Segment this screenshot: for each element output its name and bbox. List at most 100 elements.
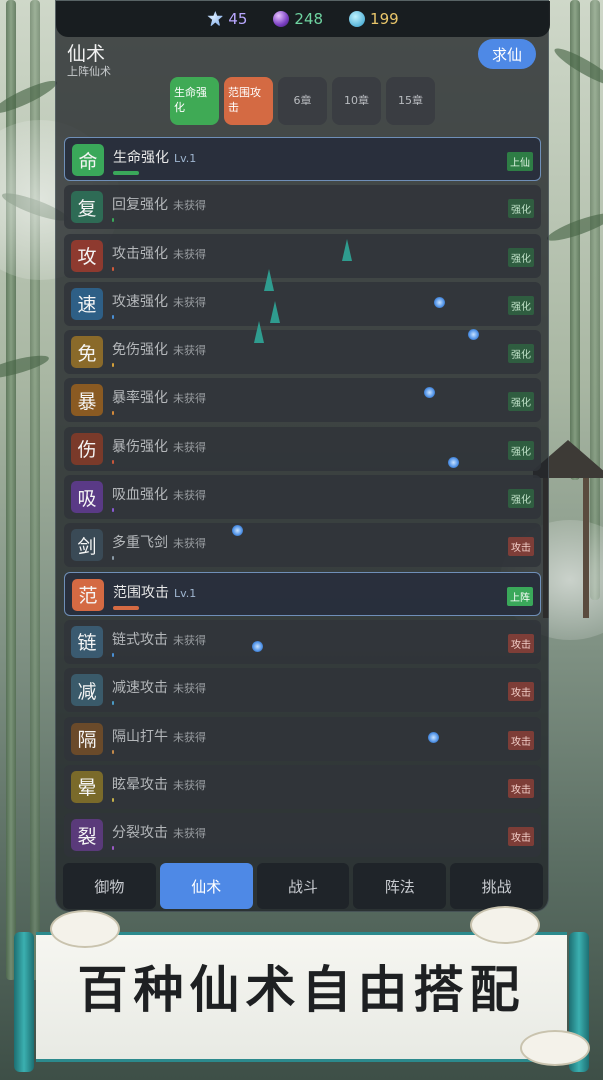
cloud-ornament xyxy=(50,910,120,948)
flying-sword-effect xyxy=(342,239,352,261)
page-title: 仙术 xyxy=(67,43,106,65)
tab-spells[interactable]: 仙术 xyxy=(159,863,253,909)
spell-icon: 吸 xyxy=(71,481,103,514)
slot-area-attack[interactable]: 范围攻击 xyxy=(224,77,273,125)
spell-icon: 攻 xyxy=(71,239,103,272)
spell-icon: 伤 xyxy=(71,432,103,465)
scroll-rod-left xyxy=(14,932,34,1072)
slot-locked-ch10[interactable]: 10章 xyxy=(332,77,381,125)
spell-name: 减速攻击 xyxy=(112,680,168,697)
spell-name: 多重飞剑 xyxy=(112,535,168,552)
spell-row[interactable]: 范范围攻击 Lv.1 上阵 xyxy=(64,571,541,616)
spell-progress-bar xyxy=(112,652,114,657)
spell-row[interactable]: 吸吸血强化 未获得 强化 xyxy=(64,475,541,520)
spell-icon: 裂 xyxy=(71,819,103,852)
spell-row[interactable]: 速攻速强化 未获得 强化 xyxy=(64,281,541,326)
cloud-ornament xyxy=(470,906,540,944)
spell-name: 免伤强化 xyxy=(112,342,168,359)
spell-type-tag: 攻击 xyxy=(508,730,534,750)
spell-icon: 暴 xyxy=(71,384,103,417)
spell-type-tag: 攻击 xyxy=(508,633,534,653)
spell-level: 未获得 xyxy=(173,730,206,744)
spell-name-line: 暴伤强化 未获得 xyxy=(112,436,206,456)
spell-name: 吸血强化 xyxy=(112,487,168,504)
spell-row[interactable]: 伤暴伤强化 未获得 强化 xyxy=(64,426,541,471)
spell-type-tag: 强化 xyxy=(508,392,534,412)
seek-immortal-button[interactable]: 求仙 xyxy=(478,39,536,69)
spell-name: 链式攻击 xyxy=(112,631,168,648)
spirit-light xyxy=(424,387,435,398)
spell-icon: 链 xyxy=(71,625,103,658)
currency-orb: 248 xyxy=(273,10,323,28)
spell-name: 攻速强化 xyxy=(112,293,168,310)
spell-progress-bar xyxy=(112,846,114,851)
spell-name-line: 减速攻击 未获得 xyxy=(112,677,206,697)
spell-name-line: 暴率强化 未获得 xyxy=(112,387,206,407)
spell-type-tag[interactable]: 上仙 xyxy=(507,152,533,171)
spell-icon: 晕 xyxy=(71,770,103,803)
spell-icon: 范 xyxy=(72,578,104,611)
spell-name-line: 范围攻击 Lv.1 xyxy=(113,582,196,602)
spell-level: 未获得 xyxy=(173,827,206,841)
spell-row[interactable]: 隔隔山打牛 未获得 攻击 xyxy=(64,716,541,761)
spell-name: 范围攻击 xyxy=(113,584,169,601)
spell-level: 未获得 xyxy=(173,537,206,551)
spell-row[interactable]: 晕眩晕攻击 未获得 攻击 xyxy=(64,764,541,809)
spell-row[interactable]: 命生命强化 Lv.1 上仙 xyxy=(64,137,541,181)
spell-level: 未获得 xyxy=(173,199,206,213)
spell-row[interactable]: 攻攻击强化 未获得 强化 xyxy=(64,233,541,278)
spell-type-tag: 强化 xyxy=(508,247,534,267)
spell-type-tag: 强化 xyxy=(508,199,534,219)
spell-progress-bar xyxy=(112,363,114,368)
spell-level: 未获得 xyxy=(173,682,206,696)
spell-level: 未获得 xyxy=(173,295,206,309)
spirit-light xyxy=(448,457,459,468)
spell-icon: 免 xyxy=(71,336,103,369)
spell-name: 眩晕攻击 xyxy=(112,776,168,793)
spell-row[interactable]: 剑多重飞剑 未获得 攻击 xyxy=(64,523,541,568)
tab-battle[interactable]: 战斗 xyxy=(256,863,350,909)
flying-sword-effect xyxy=(270,301,280,323)
bottom-tabs: 御物 仙术 战斗 阵法 挑战 xyxy=(63,863,543,909)
spell-progress-bar xyxy=(112,797,114,802)
spell-row[interactable]: 链链式攻击 未获得 攻击 xyxy=(64,619,541,664)
spell-icon: 减 xyxy=(71,674,103,707)
spell-name: 隔山打牛 xyxy=(112,728,168,745)
spell-level: 未获得 xyxy=(173,489,206,503)
spell-name-line: 回复强化 未获得 xyxy=(112,194,206,214)
spell-name: 暴率强化 xyxy=(112,390,168,407)
spell-progress-bar xyxy=(112,749,114,754)
spell-level: 未获得 xyxy=(173,247,206,261)
spirit-drop-icon xyxy=(349,11,366,27)
tab-challenge[interactable]: 挑战 xyxy=(450,863,543,909)
spell-row[interactable]: 复回复强化 未获得 强化 xyxy=(64,185,541,230)
tab-artifacts[interactable]: 御物 xyxy=(63,863,156,909)
slot-locked-ch15[interactable]: 15章 xyxy=(386,77,435,125)
slot-locked-ch6[interactable]: 6章 xyxy=(278,77,327,125)
spell-row[interactable]: 减减速攻击 未获得 攻击 xyxy=(64,668,541,713)
spell-panel: 45 248 199 仙术 上阵仙术 求仙 生命强化 范围攻击 6章 10章 1… xyxy=(55,0,550,912)
spell-name: 生命强化 xyxy=(113,150,169,166)
tab-formation[interactable]: 阵法 xyxy=(353,863,447,909)
spell-name: 暴伤强化 xyxy=(112,438,168,455)
spell-row[interactable]: 暴暴率强化 未获得 强化 xyxy=(64,378,541,423)
spell-level: Lv.1 xyxy=(174,586,197,600)
cloud-ornament xyxy=(520,1030,590,1066)
spell-type-tag[interactable]: 上阵 xyxy=(507,586,533,606)
spell-progress-bar xyxy=(112,314,114,319)
spell-icon: 剑 xyxy=(71,529,103,562)
slot-life-boost[interactable]: 生命强化 xyxy=(170,77,219,125)
spell-name-line: 生命强化 Lv.1 xyxy=(113,147,196,167)
spell-name: 回复强化 xyxy=(112,197,168,214)
flying-sword-effect xyxy=(254,321,264,343)
spell-type-tag: 攻击 xyxy=(508,827,534,847)
spirit-light xyxy=(252,641,263,652)
spell-progress-bar xyxy=(112,266,114,271)
spell-row[interactable]: 裂分裂攻击 未获得 攻击 xyxy=(64,813,541,857)
spell-progress-bar xyxy=(112,556,114,561)
spell-name-line: 免伤强化 未获得 xyxy=(112,339,206,359)
purple-orb-icon xyxy=(273,11,290,27)
currency-orb-value: 248 xyxy=(294,10,324,28)
promo-banner: 百种仙术自由搭配 xyxy=(0,906,603,1080)
spell-name-line: 吸血强化 未获得 xyxy=(112,484,206,504)
